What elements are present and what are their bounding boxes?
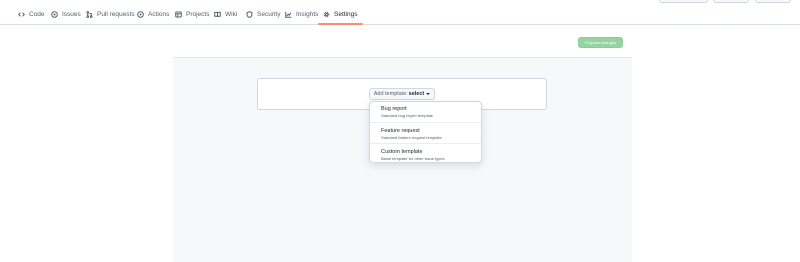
menu-item-feature-request[interactable]: Feature request Standard feature request… — [370, 122, 481, 143]
tab-label: Settings — [334, 11, 358, 18]
tab-wiki[interactable]: Wiki — [214, 9, 237, 25]
add-template-dropdown[interactable]: Add template: select — [369, 88, 435, 100]
menu-item-description: Standard bug report template — [381, 113, 434, 118]
add-template-prefix: Add template: — [373, 91, 408, 97]
book-icon — [214, 11, 221, 17]
tab-label: Security — [257, 11, 281, 18]
tab-projects[interactable]: Projects — [175, 9, 209, 25]
tab-label: Wiki — [225, 11, 238, 18]
template-menu: Bug report Standard bug report template … — [369, 101, 482, 163]
tab-security[interactable]: Security — [246, 9, 280, 25]
menu-item-custom-template[interactable]: Custom template Blank template for other… — [370, 143, 481, 163]
add-template-selected: select — [408, 91, 425, 97]
tab-label: Pull requests — [97, 11, 135, 18]
table-icon — [175, 11, 182, 18]
tab-code[interactable]: Code — [18, 9, 45, 25]
tab-label: Actions — [148, 11, 170, 18]
menu-item-description: Blank template for other issue types — [381, 156, 445, 161]
tab-issues[interactable]: Issues — [51, 9, 81, 25]
tab-insights[interactable]: Insights — [285, 9, 318, 25]
graph-icon — [285, 11, 292, 18]
play-icon — [137, 11, 144, 18]
tab-label: Projects — [186, 11, 210, 18]
tab-label: Issues — [62, 11, 81, 18]
pull-request-icon — [86, 11, 93, 18]
menu-item-description: Standard feature request template — [381, 135, 442, 140]
shield-icon — [246, 11, 253, 18]
tab-label: Insights — [296, 11, 319, 18]
code-icon — [18, 12, 25, 17]
tab-settings[interactable]: Settings — [318, 9, 362, 25]
tab-label: Code — [29, 11, 45, 18]
repo-nav: Code Issues Pull requests Actions Projec… — [0, 0, 800, 25]
menu-item-title: Bug report — [381, 106, 407, 112]
menu-item-bug-report[interactable]: Bug report Standard bug report template — [370, 102, 481, 122]
menu-item-title: Custom template — [381, 149, 423, 155]
tab-actions[interactable]: Actions — [137, 9, 169, 25]
issue-icon — [51, 11, 58, 18]
menu-item-title: Feature request — [381, 128, 420, 134]
propose-changes-button[interactable]: Propose changes — [578, 37, 623, 48]
gear-icon — [323, 11, 330, 18]
caret-down-icon — [426, 93, 431, 95]
tab-pull-requests[interactable]: Pull requests — [86, 9, 135, 25]
